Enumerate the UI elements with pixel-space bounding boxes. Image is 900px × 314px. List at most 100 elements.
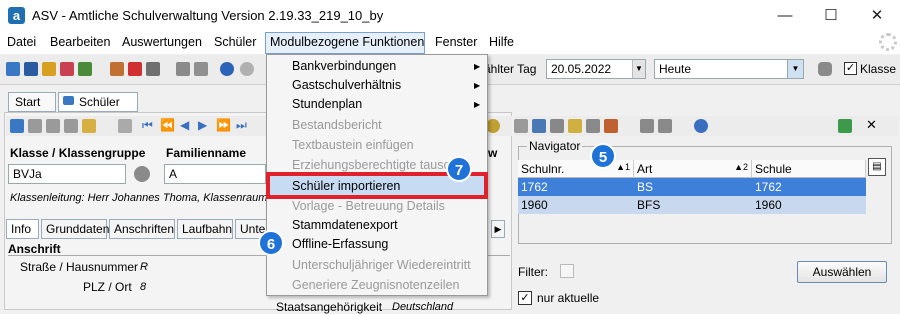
familienname-field[interactable]: A — [164, 164, 266, 184]
tag-icon[interactable] — [658, 119, 672, 133]
column-schulnr[interactable]: Schulnr. ▲1 — [518, 160, 634, 178]
tab-start[interactable]: Start ✕ — [8, 92, 56, 123]
sort-asc-icon: ▲1 — [616, 162, 630, 172]
klasse-checkbox-label: Klasse b — [860, 62, 900, 76]
search-icon[interactable] — [486, 119, 500, 133]
tab-anschriften[interactable]: Anschriften — [109, 219, 175, 239]
tab-scroll-right-icon[interactable]: ▶ — [491, 220, 505, 238]
next-page-icon[interactable]: ⏩ — [216, 118, 231, 132]
menu-item-gastschulverhaeltnis[interactable]: Gastschulverhältnis — [292, 78, 401, 92]
help-icon[interactable] — [240, 62, 254, 76]
menu-modulbezogene-funktionen[interactable]: Modulbezogene Funktionen — [270, 35, 424, 49]
extra-column-label: w — [488, 146, 498, 160]
klasse-lookup-icon[interactable] — [134, 166, 150, 182]
menu-item-vorlage-betreuung-details: Vorlage - Betreuung Details — [292, 199, 445, 213]
klasse-label: Klasse / Klassengruppe — [10, 146, 146, 160]
selected-day-label: ählter Tag — [484, 62, 537, 76]
last-record-icon[interactable]: ⏭ — [236, 118, 247, 133]
tab-grunddaten[interactable]: Grunddaten — [41, 219, 109, 239]
undo-icon[interactable] — [46, 119, 60, 133]
message-icon[interactable] — [586, 119, 600, 133]
submenu-arrow-icon: ▶ — [474, 100, 481, 109]
bus-icon[interactable] — [24, 62, 38, 76]
folder-icon[interactable] — [568, 119, 582, 133]
step-badge-5: 5 — [590, 143, 616, 169]
edit-icon[interactable] — [82, 119, 96, 133]
maximize-button[interactable]: ☐ — [808, 0, 854, 32]
print-icon[interactable] — [176, 62, 190, 76]
menu-item-offline-erfassung[interactable]: Offline-Erfassung — [292, 237, 388, 251]
only-current-checkbox[interactable]: ✓ — [518, 291, 532, 305]
settings-icon[interactable] — [514, 119, 528, 133]
date-field[interactable]: 20.05.2022 — [546, 59, 646, 79]
next-record-icon[interactable]: ▶ — [198, 118, 207, 132]
first-record-icon[interactable]: ⏮ — [142, 118, 153, 133]
lightning-icon[interactable] — [194, 62, 208, 76]
report-icon[interactable] — [128, 62, 142, 76]
person-icon[interactable] — [532, 119, 546, 133]
column-art[interactable]: Art ▲2 — [634, 160, 752, 178]
klasse-checkbox[interactable]: ✓ — [844, 62, 857, 75]
date-dropdown-icon[interactable]: ▼ — [632, 60, 645, 78]
familienname-label: Familienname — [166, 146, 247, 160]
house-icon[interactable] — [640, 119, 654, 133]
cell-schulnr: 1960 — [521, 198, 548, 212]
menu-fenster[interactable]: Fenster — [435, 35, 477, 49]
book-icon[interactable] — [110, 62, 124, 76]
new-record-icon[interactable] — [10, 119, 24, 133]
group-icon[interactable] — [42, 62, 56, 76]
table-row[interactable] — [518, 196, 866, 214]
table-icon[interactable] — [550, 119, 564, 133]
column-schule[interactable]: Schule — [752, 160, 866, 178]
menu-auswertungen[interactable]: Auswertungen — [122, 35, 202, 49]
document-icon[interactable] — [146, 62, 160, 76]
menu-bearbeiten[interactable]: Bearbeiten — [50, 35, 110, 49]
cell-schulnr: 1762 — [521, 180, 548, 194]
menu-item-unterschuljaehriger-wiedereintritt: Unterschuljähriger Wiedereintritt — [292, 258, 471, 272]
contact-icon[interactable] — [604, 119, 618, 133]
sync-icon[interactable] — [818, 62, 832, 76]
info-icon[interactable] — [220, 62, 234, 76]
column-chooser-icon[interactable]: ▤ — [868, 158, 886, 176]
delete-icon[interactable] — [64, 119, 78, 133]
column-schulnr-label: Schulnr. — [521, 162, 565, 176]
menu-hilfe[interactable]: Hilfe — [489, 35, 514, 49]
minimize-button[interactable]: — — [762, 0, 808, 32]
table-row[interactable] — [518, 178, 866, 196]
cell-art: BFS — [637, 198, 661, 212]
period-select[interactable]: Heute — [654, 59, 804, 79]
people-icon[interactable] — [6, 62, 20, 76]
teacher-icon[interactable] — [78, 62, 92, 76]
navigator-title: Navigator — [527, 139, 583, 153]
submenu-arrow-icon: ▶ — [474, 62, 481, 71]
class-icon[interactable] — [60, 62, 74, 76]
prev-page-icon[interactable]: ⏪ — [160, 118, 175, 132]
close-button[interactable]: ✕ — [854, 0, 900, 32]
only-current-label: nur aktuelle — [537, 291, 600, 305]
menu-item-bankverbindungen[interactable]: Bankverbindungen — [292, 59, 396, 73]
filter-checkbox[interactable] — [560, 264, 574, 278]
tab-info[interactable]: Info — [6, 219, 39, 239]
prev-record-icon[interactable]: ◀ — [180, 118, 189, 132]
grid-icon[interactable] — [118, 119, 132, 133]
tab-laufbahn[interactable]: Laufbahn — [177, 219, 233, 239]
navigator-help-icon[interactable] — [694, 119, 708, 133]
street-value: R — [140, 261, 148, 273]
menu-item-textbaustein-einfuegen: Textbaustein einfügen — [292, 138, 414, 152]
menu-schueler[interactable]: Schüler — [214, 35, 256, 49]
period-chevron-down-icon[interactable]: ▼ — [787, 60, 803, 78]
navigator-close-icon[interactable]: ✕ — [866, 117, 877, 133]
window-title: ASV - Amtliche Schulverwaltung Version 2… — [32, 8, 384, 23]
refresh-icon[interactable] — [838, 119, 852, 133]
save-icon[interactable] — [28, 119, 42, 133]
sort-asc-icon: ▲2 — [734, 162, 748, 172]
plz-ort-value: 8 — [140, 281, 147, 293]
klasse-field[interactable]: BVJa — [8, 164, 126, 184]
menu-datei[interactable]: Datei — [7, 35, 36, 49]
cell-schule: 1960 — [755, 198, 782, 212]
menu-item-stundenplan[interactable]: Stundenplan — [292, 97, 362, 111]
street-label: Straße / Hausnummer — [20, 260, 139, 274]
menu-item-stammdatenexport[interactable]: Stammdatenexport — [292, 218, 398, 232]
students-icon — [63, 96, 74, 105]
select-button[interactable]: Auswählen — [797, 261, 887, 283]
